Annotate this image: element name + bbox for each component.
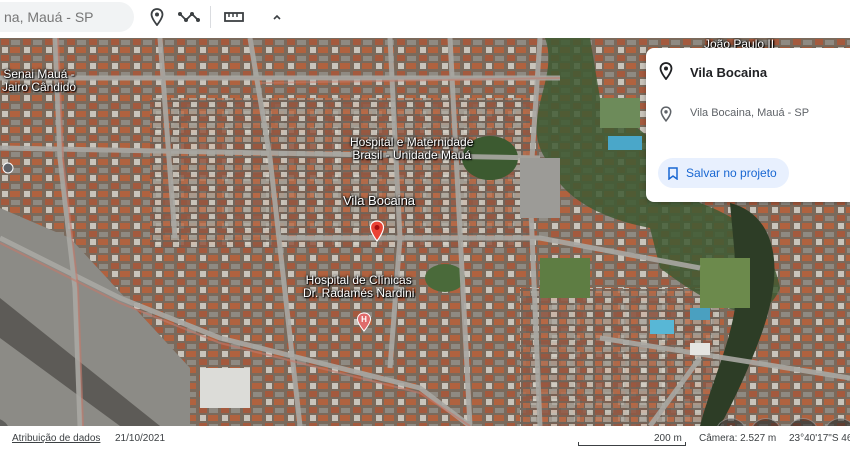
top-toolbar: na, Mauá - SP [0,0,850,38]
place-label-vila-bocaina[interactable]: Vila Bocaina [343,194,415,207]
save-to-project-label: Salvar no projeto [686,166,777,180]
address-pin-icon [660,106,672,122]
save-to-project-button[interactable]: Salvar no projeto [658,158,789,188]
compass-off-icon [757,425,775,426]
search-input[interactable]: na, Mauá - SP [0,2,134,32]
svg-text:H: H [361,315,367,324]
pin-icon[interactable] [145,6,169,28]
place-label-hospital-clinicas[interactable]: Hospital de Clínicas Dr. Radamés Nardini [303,274,414,300]
imagery-date: 21/10/2021 [115,433,166,444]
status-bar: Atribuição de dados 21/10/2021 200 m Câm… [0,426,850,450]
ruler-icon[interactable] [222,6,246,28]
place-pin-icon [659,62,673,80]
camera-altitude: Câmera: 2.527 m [699,433,777,444]
person-icon [729,425,733,426]
place-info-card: Vila Bocaina Vila Bocaina, Mauá - SP Sal… [646,48,850,202]
location-marker-icon[interactable] [369,220,385,242]
compass-icon [833,425,847,426]
bookmark-icon [668,166,678,180]
chevron-up-icon[interactable] [265,6,289,28]
scale-label: 200 m [654,433,682,444]
hospital-marker-icon[interactable]: H [356,312,372,332]
card-address: Vila Bocaina, Mauá - SP [690,107,810,119]
place-label-senai[interactable]: Senai Mauá - Jairo Cândido [2,68,76,94]
path-icon[interactable] [177,6,201,28]
coordinates-readout: 23°40'17"S 46 [789,433,850,444]
data-attribution-link[interactable]: Atribuição de dados [12,433,100,444]
place-label-hospital-maternidade[interactable]: Hospital e Maternidade Brasil - Unidade … [350,136,473,162]
card-title: Vila Bocaina [690,65,768,80]
poi-marker-icon[interactable] [2,162,14,178]
toolbar-divider [210,6,211,28]
